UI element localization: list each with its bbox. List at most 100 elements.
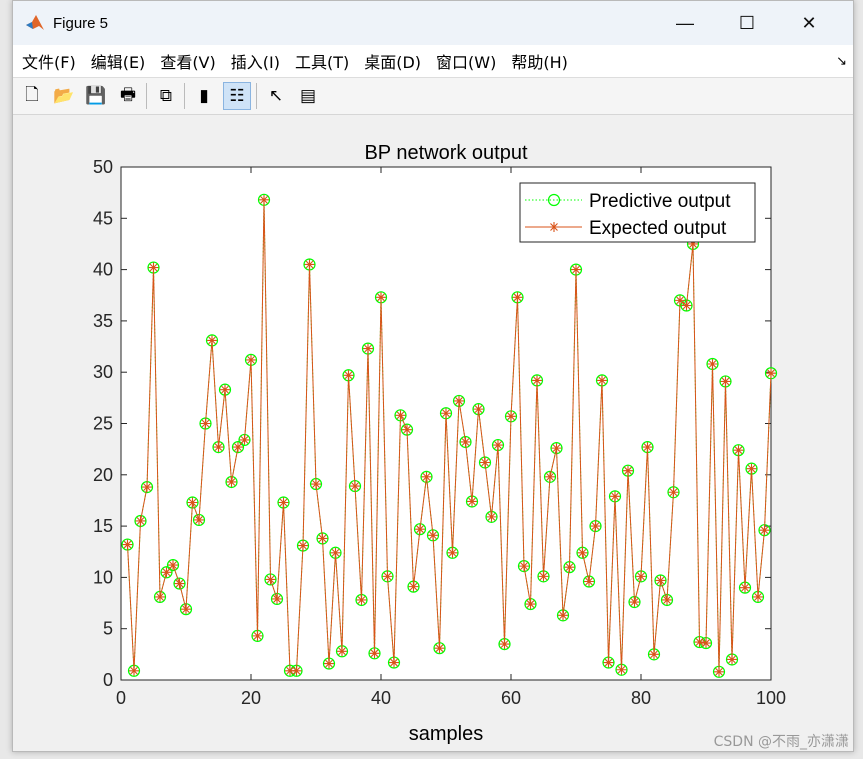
data-point: [545, 471, 555, 482]
data-point: [525, 599, 536, 610]
data-point: [246, 354, 256, 365]
y-tick-label: 50: [93, 157, 113, 177]
data-point: [428, 530, 438, 541]
data-point: [278, 497, 289, 508]
data-point: [174, 578, 185, 589]
legend: Predictive output Expected output: [519, 182, 756, 243]
data-point: [389, 657, 399, 668]
data-point: [707, 358, 718, 369]
chart-title: BP network output: [364, 142, 528, 164]
data-point: [740, 582, 750, 593]
data-point: [148, 262, 159, 273]
data-point: [538, 571, 549, 582]
data-point: [272, 593, 282, 604]
data-point: [662, 594, 672, 605]
data-point: [337, 646, 347, 657]
data-point: [259, 194, 269, 205]
data-point: [467, 496, 477, 507]
data-point: [655, 575, 666, 586]
data-point: [363, 343, 373, 354]
x-tick-label: 40: [371, 688, 391, 708]
data-point: [636, 571, 646, 582]
data-point: [597, 375, 607, 386]
data-point: [155, 591, 165, 602]
legend-marker: [549, 222, 559, 232]
data-point: [298, 540, 308, 551]
y-tick-label: 30: [93, 362, 113, 382]
data-point: [623, 465, 633, 476]
data-point: [415, 524, 425, 535]
data-point: [194, 514, 204, 525]
y-tick-label: 15: [93, 516, 113, 536]
data-point: [564, 562, 575, 573]
legend-label: Expected output: [589, 218, 727, 239]
data-point: [759, 525, 770, 536]
data-point: [441, 408, 451, 419]
data-point: [311, 479, 321, 490]
x-tick-label: 0: [116, 688, 126, 708]
data-point: [493, 440, 503, 451]
data-point: [330, 547, 341, 558]
data-point: [629, 597, 640, 608]
data-point: [181, 604, 191, 615]
data-point: [519, 561, 529, 572]
data-point: [343, 370, 354, 381]
data-point: [200, 418, 211, 429]
data-point: [304, 259, 315, 270]
data-point: [571, 264, 581, 275]
data-point: [714, 666, 724, 677]
data-point: [675, 295, 685, 306]
data-point: [603, 657, 614, 668]
data-point: [395, 410, 406, 421]
data-point: [324, 658, 334, 669]
y-tick-label: 20: [93, 465, 113, 485]
data-point: [551, 443, 562, 454]
y-tick-label: 40: [93, 260, 113, 280]
data-point: [376, 292, 386, 303]
y-tick-label: 35: [93, 311, 113, 331]
data-point: [142, 482, 152, 493]
data-point: [668, 487, 679, 498]
data-point: [701, 638, 711, 649]
data-point: [753, 591, 763, 602]
data-point: [577, 547, 588, 558]
data-point: [499, 639, 510, 650]
data-point: [584, 576, 594, 587]
data-point: [168, 560, 178, 571]
data-point: [649, 649, 659, 660]
data-point: [616, 664, 627, 675]
data-point: [135, 515, 146, 526]
x-axis-label: samples: [409, 723, 483, 745]
data-point: [356, 594, 367, 605]
y-tick-label: 10: [93, 567, 113, 587]
data-point: [382, 571, 393, 582]
data-point: [226, 476, 237, 487]
data-point: [434, 643, 445, 654]
data-point: [480, 457, 490, 468]
data-point: [187, 497, 198, 508]
data-point: [512, 292, 523, 303]
x-tick-label: 100: [756, 688, 786, 708]
x-tick-label: 20: [241, 688, 261, 708]
y-tick-label: 0: [103, 670, 113, 690]
data-point: [421, 471, 432, 482]
legend-label: Predictive output: [589, 191, 731, 212]
data-point: [213, 442, 224, 453]
data-point: [610, 491, 620, 502]
data-point: [681, 300, 692, 311]
data-point: [720, 376, 731, 387]
data-point: [733, 445, 744, 456]
plot-area: 0 20 40 60 80 100 0 5 10 15 20 25 30 35 40 45 50 BP netwo…: [93, 142, 786, 745]
x-tick-label: 60: [501, 688, 521, 708]
data-point: [727, 654, 737, 665]
data-point: [486, 511, 497, 522]
data-point: [265, 574, 276, 585]
data-point: [473, 404, 484, 415]
data-point: [239, 434, 250, 445]
y-tick-label: 45: [93, 208, 113, 228]
data-point: [220, 384, 230, 395]
data-point: [447, 547, 458, 558]
data-point: [402, 424, 412, 435]
data-point: [532, 375, 542, 386]
data-point: [746, 463, 757, 474]
